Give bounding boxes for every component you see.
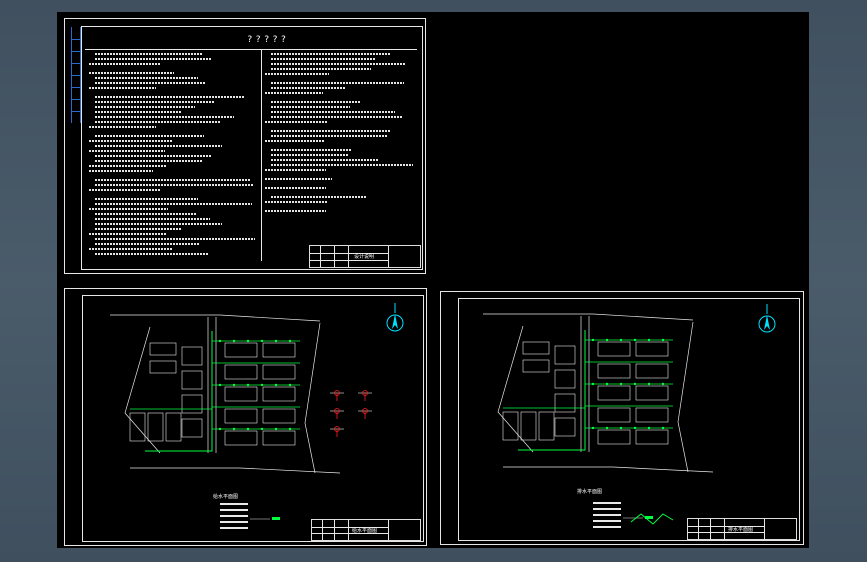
note-text-line — [271, 149, 353, 151]
note-text-line — [95, 53, 204, 55]
binding-margin-ruler — [71, 27, 81, 123]
note-text-line — [271, 68, 372, 70]
note-text-line — [95, 253, 210, 255]
note-text-line — [271, 159, 379, 161]
note-text-line — [95, 203, 253, 205]
column-divider — [261, 49, 262, 261]
note-text-line — [95, 58, 211, 60]
note-text-line — [89, 165, 168, 167]
note-text-line — [95, 155, 211, 157]
note-text-line — [95, 243, 199, 245]
plan-left-drawing — [110, 314, 372, 529]
note-text-line — [265, 73, 330, 75]
note-text-line — [271, 116, 404, 118]
note-text-line — [271, 101, 360, 103]
note-text-line — [89, 170, 154, 172]
design-notes-title: ????? — [247, 35, 290, 45]
title-block-notes-label: 设计说明 — [354, 254, 375, 260]
note-text-line — [89, 233, 167, 235]
note-text-line — [265, 140, 324, 142]
title-block-plan-left-label: 给水平面图 — [352, 528, 378, 534]
note-text-line — [95, 198, 199, 200]
note-text-line — [95, 135, 205, 137]
note-text-line — [271, 135, 387, 137]
plan-right-title: 排水平面图 — [577, 489, 603, 495]
note-text-line — [265, 187, 327, 189]
note-text-line — [95, 223, 223, 225]
note-text-line — [271, 154, 350, 156]
plan-right-drawing — [483, 313, 714, 528]
note-text-line — [265, 169, 327, 171]
note-text-line — [265, 92, 323, 94]
note-text-line — [95, 179, 251, 181]
cad-application: { "window": { "background_color": "#4657… — [0, 0, 867, 562]
title-block-plan-right-label: 排水平面图 — [728, 527, 754, 533]
note-text-line — [89, 208, 169, 210]
sheet-plan-right[interactable]: 排水平面图 排水平面图 — [440, 291, 804, 545]
note-text-line — [95, 106, 195, 108]
model-space-viewport[interactable]: ????? 设计说明 给水平面图 给水平面图 排水平面图 排水平面图 — [57, 12, 809, 548]
note-text-line — [271, 63, 405, 65]
sheet-design-notes[interactable]: ????? 设计说明 — [64, 18, 426, 274]
note-text-line — [265, 201, 328, 203]
note-text-line — [95, 111, 182, 113]
note-text-line — [265, 210, 327, 212]
note-text-line — [89, 140, 174, 142]
note-text-line — [271, 164, 413, 166]
note-text-line — [89, 248, 174, 250]
note-text-line — [95, 218, 210, 220]
note-text-line — [95, 116, 234, 118]
title-block-plan-left: 给水平面图 — [311, 519, 421, 541]
note-text-line — [271, 87, 346, 89]
note-text-line — [89, 126, 157, 128]
note-text-line — [271, 196, 368, 198]
title-block-plan-right: 排水平面图 — [687, 518, 797, 540]
note-text-line — [95, 228, 182, 230]
title-block-notes: 设计说明 — [309, 245, 421, 268]
title-underline — [85, 49, 417, 50]
note-text-line — [95, 184, 254, 186]
note-text-line — [95, 82, 206, 84]
note-text-line — [265, 121, 328, 123]
note-text-line — [271, 130, 391, 132]
note-text-line — [95, 101, 214, 103]
note-text-line — [89, 189, 161, 191]
note-text-line — [95, 96, 245, 98]
note-text-line — [271, 111, 395, 113]
plan-left-title: 给水平面图 — [213, 494, 239, 500]
note-text-line — [95, 77, 199, 79]
note-text-line — [89, 72, 175, 74]
note-text-line — [95, 238, 256, 240]
note-text-line — [95, 121, 221, 123]
note-text-line — [271, 82, 405, 84]
note-text-line — [271, 58, 376, 60]
note-text-line — [265, 178, 332, 180]
note-text-line — [271, 53, 390, 55]
note-text-line — [89, 63, 161, 65]
note-text-line — [271, 106, 350, 108]
note-text-line — [95, 213, 196, 215]
note-text-line — [89, 87, 157, 89]
note-text-line — [95, 160, 203, 162]
note-text-line — [95, 145, 223, 147]
sheet-plan-left[interactable]: 给水平面图 给水平面图 — [64, 288, 427, 546]
note-text-line — [89, 150, 166, 152]
